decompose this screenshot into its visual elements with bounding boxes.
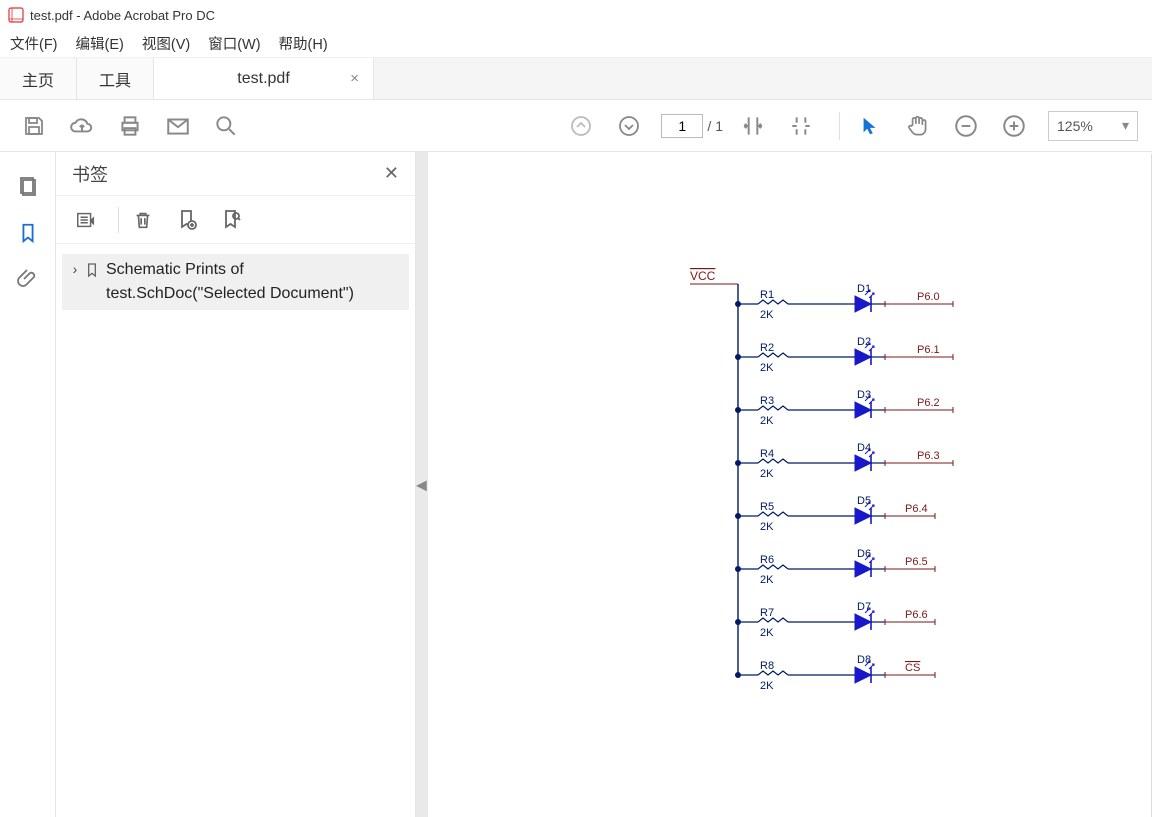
tab-tools[interactable]: 工具: [77, 58, 154, 99]
svg-text:P6.0: P6.0: [917, 291, 940, 303]
bookmarks-toolbar: [56, 196, 415, 244]
bookmark-label: Schematic Prints of test.SchDoc("Selecte…: [106, 258, 405, 306]
titlebar: test.pdf - Adobe Acrobat Pro DC: [0, 0, 1152, 30]
svg-text:VCC: VCC: [690, 269, 716, 283]
svg-text:R4: R4: [760, 448, 774, 460]
zoom-out-icon[interactable]: [946, 106, 986, 146]
bookmark-options-icon[interactable]: [68, 202, 104, 238]
zoom-in-icon[interactable]: [994, 106, 1034, 146]
zoom-dropdown[interactable]: 125% ▾: [1048, 111, 1138, 141]
mail-icon[interactable]: [158, 106, 198, 146]
svg-text:2K: 2K: [760, 415, 774, 427]
menu-file[interactable]: 文件(F): [10, 33, 58, 54]
svg-text:D8: D8: [857, 654, 871, 666]
svg-text:R3: R3: [760, 395, 774, 407]
svg-text:R2: R2: [760, 342, 774, 354]
hand-tool-icon[interactable]: [898, 106, 938, 146]
svg-text:P6.1: P6.1: [917, 344, 940, 356]
svg-text:D4: D4: [857, 442, 871, 454]
svg-text:D7: D7: [857, 601, 871, 613]
close-panel-icon[interactable]: ✕: [384, 163, 399, 184]
schematic-diagram: VCC R1 2K D1 P6.0 R2 2K D2 P6.1 R3 2K D3 P6.2 R4 2K D4 P…: [428, 154, 1148, 814]
svg-text:D6: D6: [857, 548, 871, 560]
svg-text:P6.5: P6.5: [905, 556, 928, 568]
svg-text:P6.4: P6.4: [905, 503, 928, 515]
svg-text:P6.2: P6.2: [917, 397, 940, 409]
svg-text:R7: R7: [760, 607, 774, 619]
bookmark-glyph-icon: [84, 258, 106, 285]
svg-text:R1: R1: [760, 289, 774, 301]
expand-chevron-icon[interactable]: ›: [66, 258, 84, 277]
bookmarks-panel: 书签 ✕ › Schematic Prints of test.SchDoc("…: [56, 152, 416, 817]
tabbar: 主页 工具 test.pdf ×: [0, 58, 1152, 100]
svg-text:D5: D5: [857, 495, 871, 507]
pdf-page[interactable]: VCC R1 2K D1 P6.0 R2 2K D2 P6.1 R3 2K D3 P6.2 R4 2K D4 P…: [428, 154, 1152, 817]
find-bookmark-icon[interactable]: [213, 202, 249, 238]
print-icon[interactable]: [110, 106, 150, 146]
bookmarks-panel-title: 书签: [72, 161, 108, 187]
menu-help[interactable]: 帮助(H): [279, 33, 328, 54]
tab-home[interactable]: 主页: [0, 58, 77, 99]
svg-text:2K: 2K: [760, 468, 774, 480]
page-separator: /: [707, 118, 711, 134]
menu-window[interactable]: 窗口(W): [208, 33, 260, 54]
attachments-icon[interactable]: [8, 256, 48, 302]
zoom-value: 125%: [1057, 118, 1093, 134]
svg-text:D3: D3: [857, 389, 871, 401]
svg-text:R5: R5: [760, 501, 774, 513]
search-icon[interactable]: [206, 106, 246, 146]
pdf-file-icon: [8, 7, 24, 23]
chevron-down-icon: ▾: [1122, 117, 1129, 134]
svg-text:CS: CS: [905, 662, 920, 674]
page-indicator: / 1: [657, 114, 723, 138]
collapse-panel-icon[interactable]: ◀: [416, 476, 427, 493]
menubar: 文件(F) 编辑(E) 视图(V) 窗口(W) 帮助(H): [0, 30, 1152, 58]
thumbnails-icon[interactable]: [8, 164, 48, 210]
page-current-input[interactable]: [661, 114, 703, 138]
svg-text:2K: 2K: [760, 521, 774, 533]
svg-text:D1: D1: [857, 283, 871, 295]
page-down-icon[interactable]: [609, 106, 649, 146]
svg-text:D2: D2: [857, 336, 871, 348]
selection-tool-icon[interactable]: [850, 106, 890, 146]
tab-document-label: test.pdf: [237, 70, 289, 88]
close-tab-icon[interactable]: ×: [350, 70, 359, 87]
svg-text:2K: 2K: [760, 309, 774, 321]
menu-edit[interactable]: 编辑(E): [76, 33, 124, 54]
page-up-icon[interactable]: [561, 106, 601, 146]
svg-text:P6.3: P6.3: [917, 450, 940, 462]
tab-document[interactable]: test.pdf ×: [154, 58, 374, 99]
workarea: 书签 ✕ › Schematic Prints of test.SchDoc("…: [0, 152, 1152, 817]
save-icon[interactable]: [14, 106, 54, 146]
svg-text:2K: 2K: [760, 680, 774, 692]
cloud-upload-icon[interactable]: [62, 106, 102, 146]
svg-text:2K: 2K: [760, 362, 774, 374]
bookmarks-tree: › Schematic Prints of test.SchDoc("Selec…: [56, 244, 415, 320]
document-view: ◀ VCC R1 2K D1 P6.0 R2 2K D2 P6.1 R3 2K D3 P6.2 R4 2K D…: [416, 152, 1152, 817]
window-title: test.pdf - Adobe Acrobat Pro DC: [30, 8, 215, 23]
menu-view[interactable]: 视图(V): [142, 33, 190, 54]
svg-text:R6: R6: [760, 554, 774, 566]
bookmarks-icon[interactable]: [8, 210, 48, 256]
delete-bookmark-icon[interactable]: [125, 202, 161, 238]
fit-width-icon[interactable]: [733, 106, 773, 146]
left-rail: [0, 152, 56, 817]
bookmark-item[interactable]: › Schematic Prints of test.SchDoc("Selec…: [62, 254, 409, 310]
page-total: 1: [715, 118, 723, 134]
new-bookmark-icon[interactable]: [169, 202, 205, 238]
svg-text:2K: 2K: [760, 574, 774, 586]
svg-text:2K: 2K: [760, 627, 774, 639]
main-toolbar: / 1 125% ▾: [0, 100, 1152, 152]
bookmarks-panel-header: 书签 ✕: [56, 152, 415, 196]
svg-text:P6.6: P6.6: [905, 609, 928, 621]
svg-text:R8: R8: [760, 660, 774, 672]
fit-page-icon[interactable]: [781, 106, 821, 146]
